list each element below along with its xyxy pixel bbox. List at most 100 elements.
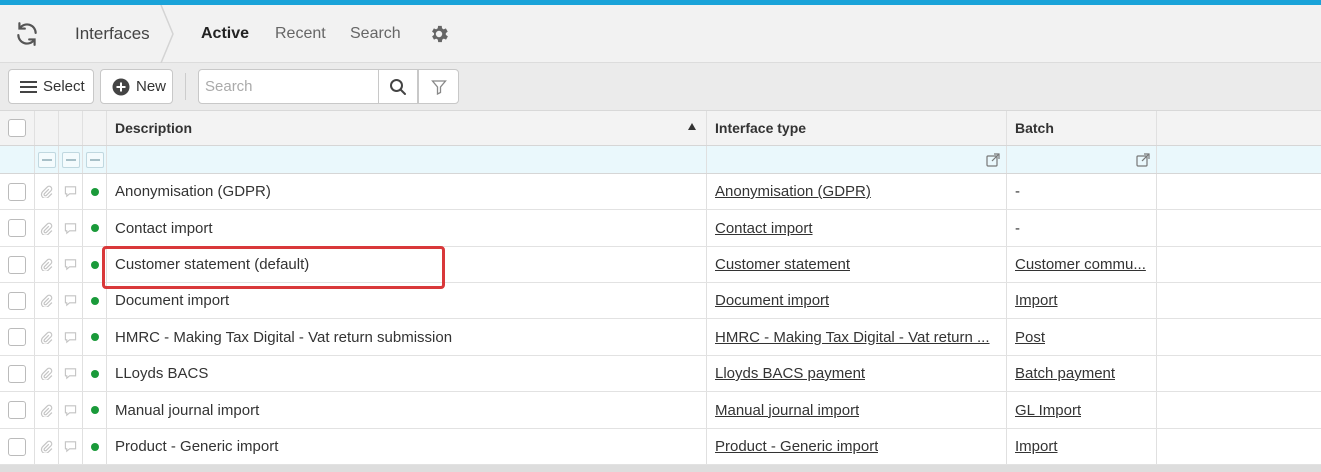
row-attachment-cell[interactable] xyxy=(35,174,59,209)
status-filter-toggle[interactable] xyxy=(85,151,104,168)
row-description[interactable]: Manual journal import xyxy=(107,392,707,428)
row-batch: Post xyxy=(1007,319,1157,355)
interface-type-link[interactable]: Anonymisation (GDPR) xyxy=(715,183,871,200)
row-attachment-cell[interactable] xyxy=(35,247,59,282)
table-row[interactable]: HMRC - Making Tax Digital - Vat return s… xyxy=(0,319,1321,356)
comment-filter-toggle[interactable] xyxy=(61,151,80,168)
row-checkbox[interactable] xyxy=(8,219,26,237)
row-attachment-cell[interactable] xyxy=(35,356,59,391)
horizontal-scrollbar[interactable] xyxy=(0,465,1321,472)
sort-ascending-icon xyxy=(688,123,696,130)
batch-link[interactable]: Post xyxy=(1015,329,1045,346)
row-checkbox[interactable] xyxy=(8,291,26,310)
interface-type-link[interactable]: Lloyds BACS payment xyxy=(715,365,865,382)
row-comment-cell[interactable] xyxy=(59,247,83,282)
batch-link[interactable]: Batch payment xyxy=(1015,365,1115,382)
interface-type-link[interactable]: Product - Generic import xyxy=(715,438,878,455)
row-comment-cell[interactable] xyxy=(59,392,83,428)
tab-search[interactable]: Search xyxy=(350,25,401,43)
row-description[interactable]: Document import xyxy=(107,283,707,318)
batch-link[interactable]: Import xyxy=(1015,438,1058,455)
row-checkbox[interactable] xyxy=(8,364,26,383)
plus-circle-icon xyxy=(112,78,130,95)
row-attachment-cell[interactable] xyxy=(35,283,59,318)
description-filter[interactable] xyxy=(107,146,707,173)
row-comment-cell[interactable] xyxy=(59,429,83,464)
row-comment-cell[interactable] xyxy=(59,319,83,355)
paperclip-icon xyxy=(40,222,53,235)
interface-type-filter[interactable] xyxy=(707,146,1007,173)
batch-empty-text: - xyxy=(1015,183,1020,200)
row-checkbox[interactable] xyxy=(8,255,26,274)
table-row[interactable]: Document import Document import Import xyxy=(0,283,1321,319)
row-status-cell xyxy=(83,356,107,391)
comment-icon xyxy=(64,368,77,380)
select-all-checkbox[interactable] xyxy=(8,119,26,137)
column-header-description[interactable]: Description xyxy=(107,111,707,145)
row-comment-cell[interactable] xyxy=(59,174,83,209)
new-button[interactable]: New xyxy=(100,69,173,104)
column-header-interface-type[interactable]: Interface type xyxy=(707,111,1007,145)
menu-icon xyxy=(20,80,37,93)
select-button[interactable]: Select xyxy=(8,69,94,104)
row-description[interactable]: Customer statement (default) xyxy=(107,247,707,282)
gear-icon[interactable] xyxy=(428,23,450,45)
row-description[interactable]: LLoyds BACS xyxy=(107,356,707,391)
table-row[interactable]: Anonymisation (GDPR) Anonymisation (GDPR)… xyxy=(0,174,1321,210)
row-attachment-cell[interactable] xyxy=(35,319,59,355)
batch-link[interactable]: Customer commu... xyxy=(1015,256,1146,273)
row-status-cell xyxy=(83,283,107,318)
toolbar-divider xyxy=(185,73,186,100)
row-checkbox[interactable] xyxy=(8,328,26,346)
search-button[interactable] xyxy=(378,69,418,104)
batch-link[interactable]: GL Import xyxy=(1015,402,1081,419)
tab-recent[interactable]: Recent xyxy=(275,25,326,43)
refresh-icon[interactable] xyxy=(14,21,40,47)
interface-type-link[interactable]: Manual journal import xyxy=(715,402,859,419)
interface-type-link[interactable]: Document import xyxy=(715,292,829,309)
status-active-dot xyxy=(90,296,99,305)
external-link-icon[interactable] xyxy=(986,153,1000,167)
table-row[interactable]: LLoyds BACS Lloyds BACS payment Batch paym… xyxy=(0,356,1321,392)
row-comment-cell[interactable] xyxy=(59,356,83,391)
batch-link[interactable]: Import xyxy=(1015,292,1058,309)
interface-type-link[interactable]: HMRC - Making Tax Digital - Vat return .… xyxy=(715,329,990,346)
comment-icon xyxy=(64,259,77,271)
row-attachment-cell[interactable] xyxy=(35,429,59,464)
row-batch: Import xyxy=(1007,283,1157,318)
row-comment-cell[interactable] xyxy=(59,210,83,246)
new-button-label: New xyxy=(136,78,167,95)
table-row[interactable]: Manual journal import Manual journal impo… xyxy=(0,392,1321,429)
row-checkbox[interactable] xyxy=(8,401,26,419)
row-description[interactable]: Anonymisation (GDPR) xyxy=(107,174,707,209)
row-checkbox[interactable] xyxy=(8,182,26,201)
status-active-dot xyxy=(90,224,99,232)
row-attachment-cell[interactable] xyxy=(35,392,59,428)
column-header-batch[interactable]: Batch xyxy=(1007,111,1157,145)
row-attachment-cell[interactable] xyxy=(35,210,59,246)
search-input[interactable] xyxy=(198,69,379,104)
row-batch: Import xyxy=(1007,429,1157,464)
row-description[interactable]: HMRC - Making Tax Digital - Vat return s… xyxy=(107,319,707,355)
table-row[interactable]: Contact import Contact import - xyxy=(0,210,1321,247)
table-row[interactable]: Product - Generic import Product - Generi… xyxy=(0,429,1321,465)
row-description-text: Document import xyxy=(115,292,230,309)
attachment-filter-toggle[interactable] xyxy=(37,151,56,168)
status-active-dot xyxy=(90,369,99,378)
interface-type-link[interactable]: Customer statement xyxy=(715,256,850,273)
filter-cell-checkbox xyxy=(0,146,35,173)
row-description[interactable]: Product - Generic import xyxy=(107,429,707,464)
row-comment-cell[interactable] xyxy=(59,283,83,318)
search-icon xyxy=(390,78,406,95)
row-spacer xyxy=(1157,319,1321,355)
interface-type-link[interactable]: Contact import xyxy=(715,220,813,237)
page-title[interactable]: Interfaces xyxy=(75,24,150,44)
filter-button[interactable] xyxy=(418,69,459,104)
row-description[interactable]: Contact import xyxy=(107,210,707,246)
tab-active[interactable]: Active xyxy=(201,25,249,43)
external-link-icon[interactable] xyxy=(1136,153,1150,167)
table-row[interactable]: Customer statement (default) Customer sta… xyxy=(0,247,1321,283)
batch-filter[interactable] xyxy=(1007,146,1157,173)
row-description-text: Manual journal import xyxy=(115,401,260,419)
row-checkbox[interactable] xyxy=(8,437,26,456)
